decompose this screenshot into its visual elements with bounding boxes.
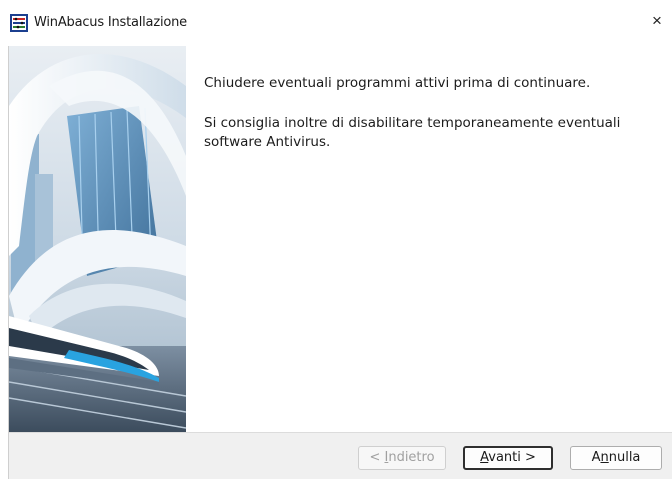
- cancel-button[interactable]: Annulla: [570, 446, 662, 470]
- futuristic-station-illustration: [9, 46, 186, 432]
- next-button-label: vanti >: [488, 450, 536, 465]
- back-button-prefix: <: [369, 450, 385, 465]
- message-close-programs: Chiudere eventuali programmi attivi prim…: [204, 75, 591, 91]
- window-title: WinAbacus Installazione: [34, 15, 187, 30]
- winabacus-app-icon: [10, 14, 28, 32]
- installer-window: WinAbacus Installazione × Chiudere event…: [0, 0, 672, 479]
- back-button-label: ndietro: [388, 450, 435, 465]
- cancel-button-label: nulla: [608, 450, 641, 465]
- content-panel: Chiudere eventuali programmi attivi prim…: [186, 46, 672, 432]
- close-icon: ×: [652, 11, 662, 30]
- message-disable-antivirus: Si consiglia inoltre di disabilitare tem…: [204, 115, 621, 150]
- side-banner-image: [9, 46, 186, 432]
- title-bar[interactable]: WinAbacus Installazione ×: [0, 0, 672, 46]
- back-button[interactable]: < Indietro: [358, 446, 446, 470]
- close-button[interactable]: ×: [642, 4, 672, 38]
- cancel-button-accel: n: [600, 450, 609, 465]
- next-button[interactable]: Avanti >: [463, 446, 553, 470]
